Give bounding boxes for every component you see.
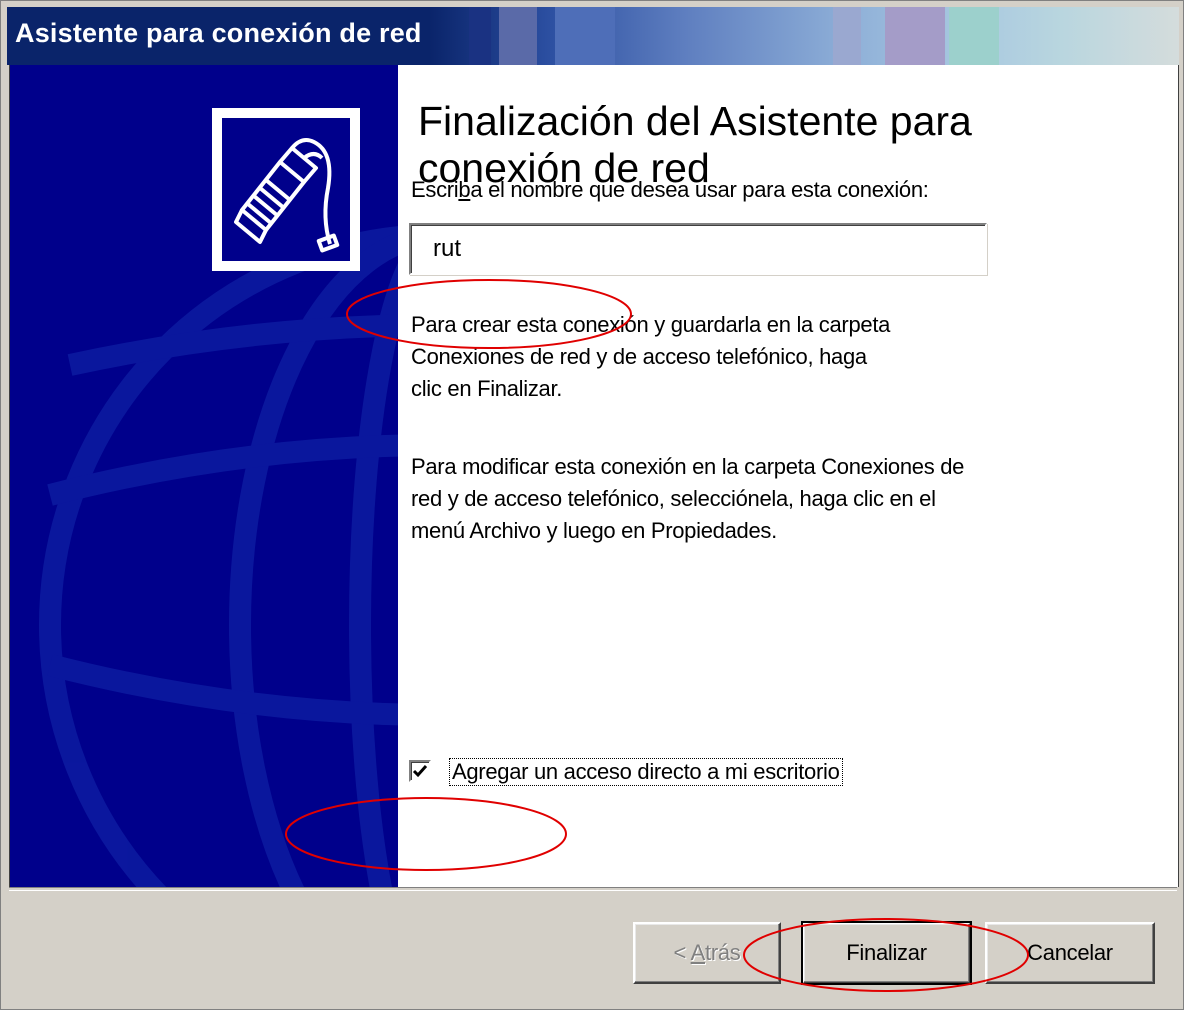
wizard-window: Asistente para conexión de red Finalizac… <box>0 0 1184 1010</box>
title-bar-artifact <box>833 7 861 65</box>
title-bar[interactable]: Asistente para conexión de red <box>7 7 1179 65</box>
finish-button[interactable]: Finalizar <box>801 921 972 985</box>
create-instructions-line: Conexiones de red y de acceso telefónico… <box>411 344 867 369</box>
checkmark-icon <box>412 765 428 778</box>
label-mnemonic: b <box>458 177 471 202</box>
back-button-mnemonic: A <box>690 940 706 965</box>
back-button[interactable]: < Atrás <box>633 922 781 984</box>
back-button-label: trás <box>705 940 741 965</box>
back-button-prefix: < <box>673 940 691 965</box>
title-bar-artifact <box>885 7 945 65</box>
network-cable-plug-icon <box>212 108 360 271</box>
wizard-side-panel <box>10 65 398 887</box>
shortcut-checkbox[interactable] <box>409 760 431 782</box>
title-bar-artifact <box>469 7 491 65</box>
create-instructions-line: clic en Finalizar. <box>411 376 563 401</box>
button-separator <box>9 887 1177 891</box>
label-text-part: Escri <box>411 177 459 202</box>
shortcut-checkbox-label[interactable]: Agregar un acceso directo a mi escritori… <box>449 758 843 786</box>
connection-name-label: Escriba el nombre que desea usar para es… <box>411 177 929 203</box>
title-bar-artifact <box>499 7 537 65</box>
label-text-part: a el nombre que desea usar para esta con… <box>470 177 929 202</box>
title-bar-artifact <box>555 7 615 65</box>
modify-instructions-line: Para modificar esta conexión en la carpe… <box>411 454 965 479</box>
heading-line-1: Finalización del Asistente para <box>418 98 972 144</box>
modify-instructions: Para modificar esta conexión en la carpe… <box>411 451 1051 547</box>
modify-instructions-line: menú Archivo y luego en Propiedades. <box>411 518 777 543</box>
title-bar-artifact <box>949 7 999 65</box>
create-instructions-line: Para crear esta conexión y guardarla en … <box>411 312 891 337</box>
create-instructions: Para crear esta conexión y guardarla en … <box>411 309 971 405</box>
cancel-button[interactable]: Cancelar <box>985 922 1155 984</box>
connection-name-input[interactable] <box>409 223 987 275</box>
modify-instructions-line: red y de acceso telefónico, selecciónela… <box>411 486 936 511</box>
window-title: Asistente para conexión de red <box>15 18 422 48</box>
